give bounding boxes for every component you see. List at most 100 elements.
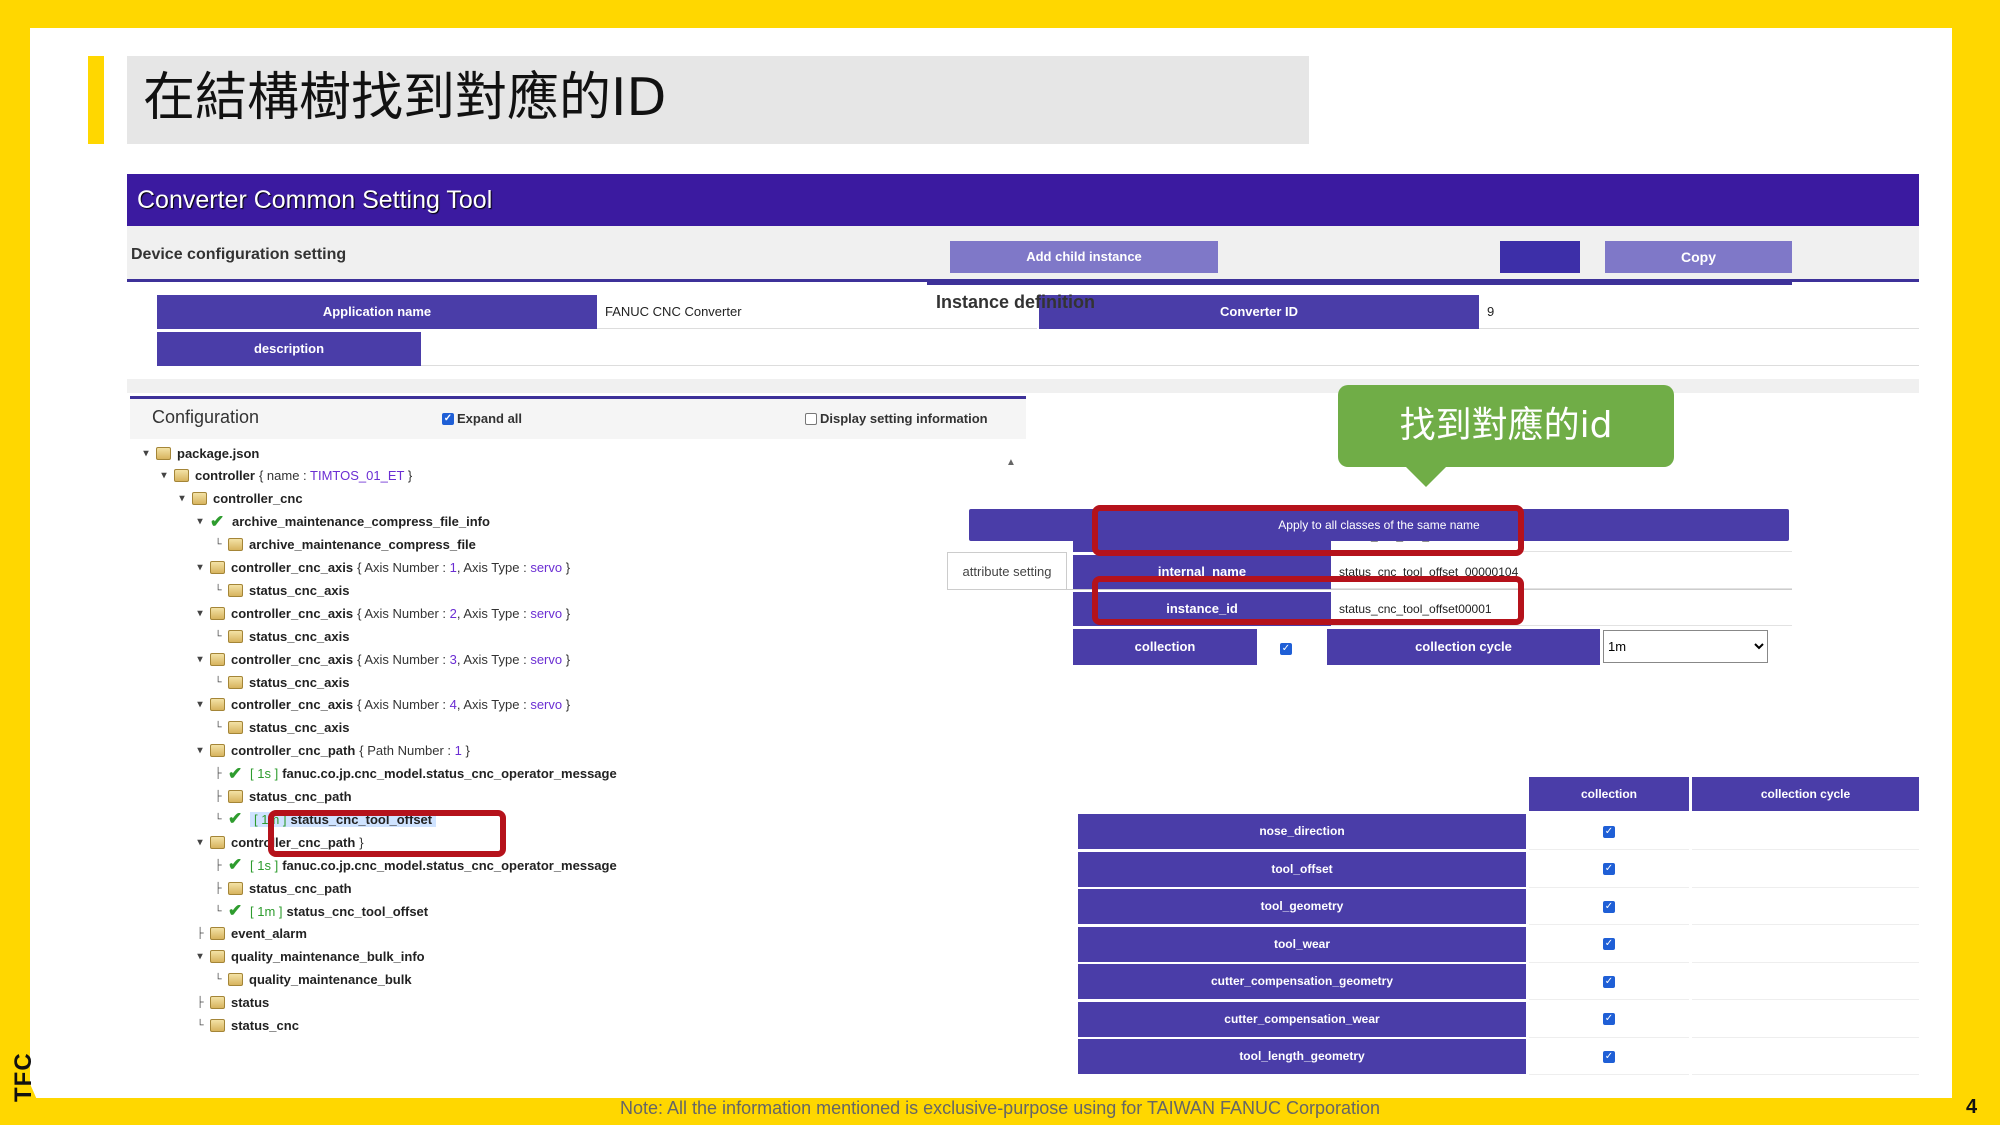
tree-node-label: status_cnc_axis	[249, 628, 350, 644]
folder-icon	[228, 721, 243, 735]
attribute-collection-checkbox[interactable]: ✓	[1529, 814, 1689, 850]
attribute-collection-cycle-cell[interactable]	[1692, 851, 1919, 888]
tree-node[interactable]: ▾ controller_cnc_axis { Axis Number : 2, A…	[194, 603, 570, 623]
tree-node[interactable]: ├ status	[194, 993, 269, 1013]
tree-node[interactable]: ▾ package.json	[140, 443, 259, 463]
expand-toggle-icon[interactable]: ▾	[194, 951, 206, 962]
attribute-collection-checkbox[interactable]: ✓	[1529, 926, 1689, 963]
folder-icon	[228, 675, 243, 689]
tree-node-text: controller_cnc_axis	[231, 652, 353, 667]
instance-definition-title: Instance definition	[936, 292, 1096, 312]
attribute-collection-cycle-cell[interactable]	[1692, 889, 1919, 925]
tree-branch-icon: └	[214, 813, 222, 825]
tree-branch-icon: ├	[214, 768, 222, 780]
expand-toggle-icon[interactable]: ▾	[194, 837, 206, 848]
expand-toggle-icon[interactable]: ▾	[140, 448, 152, 459]
checkbox-checked-icon: ✓	[1603, 863, 1615, 875]
collection-cycle-select[interactable]: 1m	[1603, 630, 1768, 663]
attribute-collection-cycle-cell[interactable]	[1692, 926, 1919, 963]
expand-toggle-icon[interactable]: ▾	[194, 608, 206, 619]
tree-node[interactable]: ├ ✔ [ 1s ] fanuc.co.jp.cnc_model.status_cnc…	[212, 855, 616, 875]
tree-node[interactable]: └ quality_maintenance_bulk	[212, 970, 412, 990]
tree-node[interactable]: ▾ controller_cnc	[176, 489, 302, 509]
attribute-name: tool_length_geometry	[1078, 1039, 1526, 1074]
tree-node[interactable]: ▾ controller_cnc_axis { Axis Number : 3, A…	[194, 649, 570, 669]
tree-node[interactable]: ├ ✔ [ 1s ] fanuc.co.jp.cnc_model.status_cnc…	[212, 764, 617, 784]
configuration-title: Configuration	[152, 407, 260, 427]
attribute-collection-cycle-cell[interactable]	[1692, 964, 1919, 1000]
converter-id-label: Converter ID	[1039, 295, 1479, 329]
tree-node[interactable]: ▾ quality_maintenance_bulk_info	[194, 947, 425, 967]
expand-toggle-icon[interactable]: ▾	[194, 654, 206, 665]
tree-node-label: event_alarm	[231, 926, 307, 942]
tree-node[interactable]: └ status_cnc_axis	[212, 580, 349, 600]
tree-node-attributes: { Axis Number : 3, Axis Type : servo }	[357, 651, 571, 667]
enabled-check-icon: ✔	[210, 511, 225, 531]
footer-note: Note: All the information mentioned is e…	[620, 1098, 1380, 1118]
tree-node-text: status_cnc_axis	[249, 583, 349, 598]
tree-node-label: fanuc.co.jp.cnc_model.status_cnc_operato…	[282, 766, 617, 782]
tree-node[interactable]: ├ status_cnc_path	[212, 787, 352, 807]
tree-node[interactable]: ▾ controller_cnc_axis { Axis Number : 4, A…	[194, 695, 570, 715]
display-setting-checkbox[interactable]: Display setting information	[805, 411, 988, 426]
tree-branch-icon: ├	[196, 928, 204, 940]
checkbox-checked-icon: ✓	[1603, 900, 1615, 913]
checkbox-checked-icon: ✓	[1603, 938, 1615, 950]
converter-id-value[interactable]: 9	[1479, 295, 1919, 329]
tree-node[interactable]: ├ status_cnc_path	[212, 878, 351, 898]
checkbox-unchecked-icon	[805, 412, 817, 425]
tree-node[interactable]: ├ event_alarm	[194, 924, 307, 944]
tree-node[interactable]: └ status_cnc_axis	[212, 672, 349, 692]
tree-branch-icon: ├	[214, 882, 222, 894]
expand-toggle-icon[interactable]: ▾	[194, 516, 206, 527]
tree-node[interactable]: └ ✔ [ 1m ] status_cnc_tool_offset	[212, 901, 428, 921]
collection-checkbox[interactable]: ✓	[1280, 638, 1292, 656]
tree-node-label: quality_maintenance_bulk	[249, 972, 412, 988]
tree-node[interactable]: ▾ controller{ name : TIMTOS_01_ET }	[158, 466, 412, 486]
folder-icon	[210, 652, 225, 666]
folder-icon	[210, 744, 225, 758]
tree-branch-icon: └	[214, 905, 222, 917]
tree-node-label: quality_maintenance_bulk_info	[231, 949, 425, 965]
tree-node-label: status_cnc	[231, 1018, 299, 1033]
slide-title: 在結構樹找到對應的ID	[143, 68, 667, 128]
copy-button[interactable]: Copy	[1605, 241, 1792, 273]
expand-all-checkbox[interactable]: ✓ Expand all	[442, 411, 522, 426]
attribute-collection-checkbox[interactable]: ✓	[1529, 964, 1689, 1000]
tree-node[interactable]: ▾ ✔ archive_maintenance_compress_file_info	[194, 511, 489, 532]
description-value[interactable]	[421, 332, 1919, 366]
checkbox-checked-icon: ✓	[1603, 1013, 1615, 1025]
attribute-collection-checkbox[interactable]: ✓	[1529, 1001, 1689, 1038]
toolbar-button[interactable]	[1500, 241, 1580, 273]
attribute-name: cutter_compensation_wear	[1078, 1001, 1526, 1037]
attribute-collection-checkbox[interactable]: ✓	[1529, 889, 1689, 925]
attribute-collection-cycle-cell[interactable]	[1692, 814, 1919, 850]
add-child-instance-button[interactable]: Add child instance	[950, 241, 1218, 273]
tree-node[interactable]: └ archive_maintenance_compress_file	[212, 535, 475, 555]
attribute-collection-checkbox[interactable]: ✓	[1529, 1039, 1689, 1075]
tree-node[interactable]: └ status_cnc_axis	[212, 718, 349, 738]
tree-node[interactable]: ▾ controller_cnc_axis { Axis Number : 1, A…	[194, 558, 570, 578]
attribute-name: tool_offset	[1078, 851, 1526, 887]
tree-node-label: controller	[195, 468, 255, 484]
tree-node[interactable]: └ status_cnc_axis	[212, 626, 349, 646]
tree-node-attributes: { Path Number : 1 }	[359, 743, 470, 759]
expand-toggle-icon[interactable]: ▾	[194, 745, 206, 756]
instance-divider	[927, 282, 1792, 285]
folder-icon	[210, 927, 225, 941]
expand-toggle-icon[interactable]: ▾	[194, 699, 206, 710]
tree-node-text: status_cnc_axis	[249, 629, 349, 644]
expand-toggle-icon[interactable]: ▾	[176, 493, 188, 504]
scroll-up-icon[interactable]: ▲	[1006, 457, 1016, 468]
expand-toggle-icon[interactable]: ▾	[158, 470, 170, 481]
attribute-collection-checkbox[interactable]: ✓	[1529, 851, 1689, 888]
tree-node-text: status_cnc_path	[249, 789, 352, 804]
attribute-collection-cycle-cell[interactable]	[1692, 1001, 1919, 1038]
attribute-name: tool_geometry	[1078, 889, 1526, 924]
attribute-collection-cycle-cell[interactable]	[1692, 1039, 1919, 1075]
expand-toggle-icon[interactable]: ▾	[194, 562, 206, 573]
tab-attribute-setting[interactable]: attribute setting	[947, 552, 1067, 590]
tree-node[interactable]: ▾ controller_cnc_path { Path Number : 1 }	[194, 741, 470, 761]
collection-cycle-badge: [ 1s ]	[250, 766, 279, 782]
tree-node[interactable]: └ status_cnc	[194, 1016, 299, 1036]
